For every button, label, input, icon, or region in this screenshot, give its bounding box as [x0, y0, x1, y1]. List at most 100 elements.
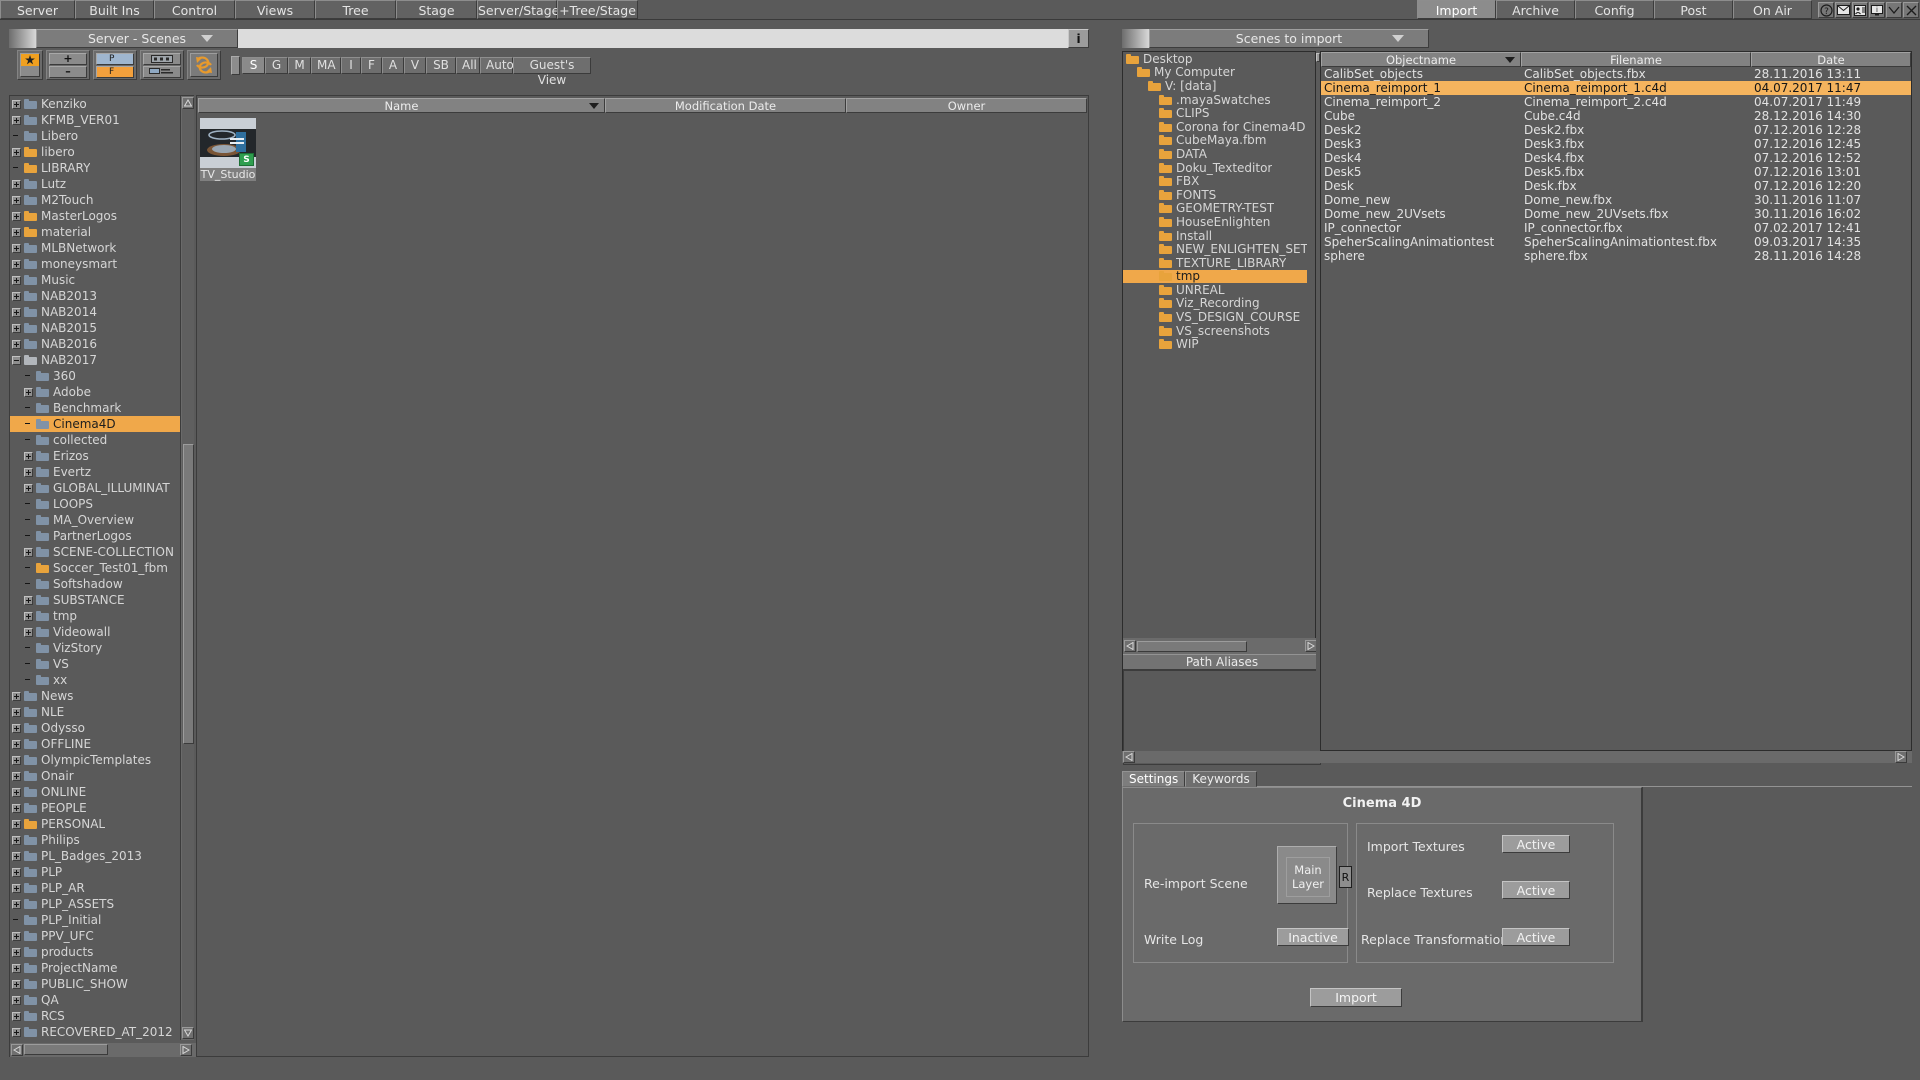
tree-item-m2touch[interactable]: M2Touch	[10, 192, 182, 208]
import-tree-item-fbx[interactable]: FBX	[1123, 174, 1307, 188]
expand-icon[interactable]	[12, 275, 21, 285]
menu-server-stage[interactable]: Server/Stage	[477, 0, 559, 19]
import-tree-item-unreal[interactable]: UNREAL	[1123, 283, 1307, 297]
tree-item-scene-collection[interactable]: SCENE-COLLECTION	[10, 544, 182, 560]
tree-item-nab2014[interactable]: NAB2014	[10, 304, 182, 320]
import-tree-item-tmp[interactable]: tmp	[1123, 269, 1307, 283]
table-row[interactable]: Desk4 Desk4.fbx 07.12.2016 12:52	[1321, 151, 1911, 165]
table-row[interactable]: CalibSet_objects CalibSet_objects.fbx 28.1…	[1321, 67, 1911, 81]
scroll-left-button[interactable]	[1124, 640, 1136, 652]
import-column-header-objectname[interactable]: Objectname	[1321, 52, 1521, 67]
tree-item-plp-ar[interactable]: PLP_AR	[10, 880, 182, 896]
expand-icon[interactable]	[12, 947, 21, 957]
scroll-left-button[interactable]	[11, 1044, 23, 1056]
table-row[interactable]: Desk5 Desk5.fbx 07.12.2016 13:01	[1321, 165, 1911, 179]
filter-s[interactable]: S	[242, 56, 265, 74]
tree-item-partnerlogos[interactable]: PartnerLogos	[10, 528, 182, 544]
expand-icon[interactable]	[12, 707, 21, 717]
scroll-right-button[interactable]	[180, 1044, 192, 1056]
table-row[interactable]: sphere sphere.fbx 28.11.2016 14:28	[1321, 249, 1911, 263]
expand-icon[interactable]	[12, 739, 21, 749]
filter-m[interactable]: M	[288, 56, 311, 74]
scroll-thumb[interactable]	[183, 444, 194, 744]
scene-thumbnail-item[interactable]: S TV_Studio	[200, 118, 256, 181]
scroll-up-button[interactable]	[182, 97, 194, 109]
tree-item-benchmark[interactable]: Benchmark	[10, 400, 182, 416]
tree-item-soccer-test01-fbm[interactable]: Soccer_Test01_fbm	[10, 560, 182, 576]
f-button[interactable]: F	[96, 65, 134, 78]
expand-icon[interactable]	[12, 819, 21, 829]
expand-icon[interactable]	[12, 995, 21, 1005]
p-button[interactable]: P	[96, 52, 134, 65]
filter-all[interactable]: All	[456, 56, 480, 74]
path-aliases-hscrollbar[interactable]	[1123, 638, 1321, 654]
import-tree-item--mayaswatches[interactable]: .mayaSwatches	[1123, 93, 1307, 107]
expand-icon[interactable]	[12, 195, 21, 205]
expand-icon[interactable]	[12, 691, 21, 701]
tree-item-offline[interactable]: OFFLINE	[10, 736, 182, 752]
tree-item-videowall[interactable]: Videowall	[10, 624, 182, 640]
left-panel-title-dropdown[interactable]: Server - Scenes	[36, 29, 238, 48]
import-list-hscrollbar[interactable]	[1122, 751, 1912, 763]
filter-ma[interactable]: MA	[311, 56, 341, 74]
tree-item-personal[interactable]: PERSONAL	[10, 816, 182, 832]
tree-item-substance[interactable]: SUBSTANCE	[10, 592, 182, 608]
import-tree-item-doku-texteditor[interactable]: Doku_Texteditor	[1123, 161, 1307, 175]
expand-icon[interactable]	[12, 99, 21, 109]
menu-archive[interactable]: Archive	[1496, 0, 1575, 19]
filter-auto[interactable]: Auto	[480, 56, 514, 74]
expand-icon[interactable]	[12, 771, 21, 781]
add-button[interactable]: +	[49, 52, 87, 65]
tree-item-vizstory[interactable]: VizStory	[10, 640, 182, 656]
import-tree-item-viz-recording[interactable]: Viz_Recording	[1123, 296, 1307, 310]
right-panel-title-dropdown[interactable]: Scenes to import	[1149, 29, 1429, 48]
tree-item-nab2013[interactable]: NAB2013	[10, 288, 182, 304]
left-panel-grip[interactable]	[9, 29, 36, 48]
import-tree-item-data[interactable]: DATA	[1123, 147, 1307, 161]
server-tree[interactable]: Kenziko KFMB_VER01 Libero libero LIBRARY Lutz…	[10, 96, 182, 1040]
import-folder-tree[interactable]: Desktop My Computer V: [data] .mayaSwatches…	[1123, 52, 1307, 602]
expand-icon[interactable]	[12, 243, 21, 253]
expand-icon[interactable]	[12, 259, 21, 269]
import-tree-item-geometry-test[interactable]: GEOMETRY-TEST	[1123, 201, 1307, 215]
mail-icon[interactable]	[1835, 2, 1851, 18]
contact-icon[interactable]	[1852, 2, 1868, 18]
import-tree-item-install[interactable]: Install	[1123, 229, 1307, 243]
tree-item-rcs[interactable]: RCS	[10, 1008, 182, 1024]
tree-item-onair[interactable]: Onair	[10, 768, 182, 784]
import-button[interactable]: Import	[1310, 988, 1402, 1007]
expand-icon[interactable]	[12, 803, 21, 813]
expand-icon[interactable]	[12, 883, 21, 893]
expand-icon[interactable]	[12, 979, 21, 989]
scroll-left-button[interactable]	[1123, 751, 1135, 763]
expand-icon[interactable]	[12, 307, 21, 317]
table-row[interactable]: Dome_new Dome_new.fbx 30.11.2016 11:07	[1321, 193, 1911, 207]
import-tree-item-wip[interactable]: WIP	[1123, 337, 1307, 351]
table-row[interactable]: Dome_new_2UVsets Dome_new_2UVsets.fbx 30.1…	[1321, 207, 1911, 221]
scroll-down-button[interactable]	[182, 1027, 194, 1039]
tree-item-plp-initial[interactable]: PLP_Initial	[10, 912, 182, 928]
r-toggle-button[interactable]: R	[1339, 866, 1352, 888]
tree-item-plp-assets[interactable]: PLP_ASSETS	[10, 896, 182, 912]
tree-item-plp[interactable]: PLP	[10, 864, 182, 880]
expand-icon[interactable]	[12, 787, 21, 797]
menu-built-ins[interactable]: Built Ins	[75, 0, 154, 19]
tree-item-mlbnetwork[interactable]: MLBNetwork	[10, 240, 182, 256]
expand-icon[interactable]	[12, 723, 21, 733]
menu-import[interactable]: Import	[1417, 0, 1496, 19]
column-header-owner[interactable]: Owner	[846, 98, 1087, 113]
expand-icon[interactable]	[12, 179, 21, 189]
tree-item-public-show[interactable]: PUBLIC_SHOW	[10, 976, 182, 992]
expand-icon[interactable]	[12, 323, 21, 333]
import-tree-item-vs-screenshots[interactable]: VS_screenshots	[1123, 324, 1307, 338]
import-tree-item-corona-for-cinema4d-s[interactable]: Corona for Cinema4D s	[1123, 120, 1307, 134]
tab-settings[interactable]: Settings	[1122, 771, 1186, 787]
server-tree-vscrollbar[interactable]	[180, 96, 194, 1040]
expand-icon[interactable]	[12, 211, 21, 221]
expand-icon[interactable]	[24, 451, 33, 461]
menu-stage[interactable]: Stage	[396, 0, 477, 19]
tree-item-people[interactable]: PEOPLE	[10, 800, 182, 816]
import-tree-item-vs-design-course[interactable]: VS_DESIGN_COURSE	[1123, 310, 1307, 324]
chevron-down-icon[interactable]	[1392, 35, 1404, 42]
tree-item-olympictemplates[interactable]: OlympicTemplates	[10, 752, 182, 768]
